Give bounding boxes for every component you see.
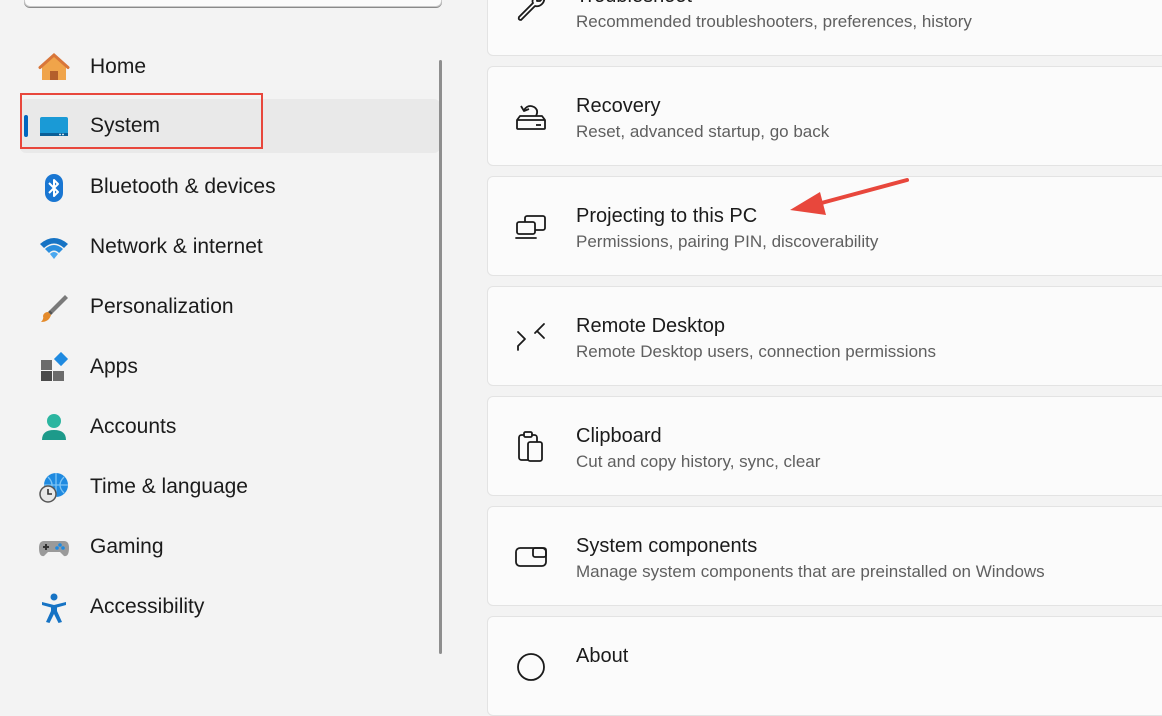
home-icon [38, 52, 70, 80]
card-recovery[interactable]: Recovery Reset, advanced startup, go bac… [487, 66, 1162, 166]
person-icon [42, 414, 66, 440]
card-title: System components [576, 535, 758, 557]
sidebar-item-apps[interactable]: Apps [20, 340, 440, 394]
card-title: Recovery [576, 95, 661, 117]
wifi-icon [40, 238, 68, 259]
sidebar-item-personalization[interactable]: Personalization [20, 280, 440, 334]
sidebar-item-label: Gaming [90, 535, 164, 558]
sidebar-nav: Home System Bluetooth & devices Network … [0, 0, 442, 654]
card-remote-desktop[interactable]: Remote Desktop Remote Desktop users, con… [487, 286, 1162, 386]
card-title: Clipboard [576, 425, 662, 447]
card-subtitle: Remote Desktop users, connection permiss… [576, 342, 936, 361]
sidebar-item-label: Apps [90, 355, 138, 378]
system-monitor-icon [40, 117, 68, 136]
sidebar-item-home[interactable]: Home [20, 40, 440, 94]
sidebar-item-gaming[interactable]: Gaming [20, 520, 440, 574]
sidebar-item-bluetooth-devices[interactable]: Bluetooth & devices [20, 160, 440, 214]
sidebar-item-label: Accessibility [90, 595, 205, 618]
card-about[interactable]: About [487, 616, 1162, 716]
projecting-icon [515, 215, 546, 239]
sidebar-item-time-language[interactable]: Time & language [20, 460, 440, 514]
card-subtitle: Manage system components that are preins… [576, 562, 1045, 581]
card-clipboard[interactable]: Clipboard Cut and copy history, sync, cl… [487, 396, 1162, 496]
card-title: About [576, 645, 629, 667]
sidebar-item-system[interactable]: System [20, 99, 440, 153]
card-subtitle: Recommended troubleshooters, preferences… [576, 12, 972, 31]
accessibility-icon [42, 593, 66, 623]
sidebar-scrollbar[interactable] [439, 60, 442, 654]
sidebar-item-label: Personalization [90, 295, 234, 318]
card-projecting-to-this-pc[interactable]: Projecting to this PC Permissions, pairi… [487, 176, 1162, 276]
paintbrush-icon [41, 295, 68, 322]
recovery-icon [516, 105, 546, 130]
gamepad-icon [39, 541, 69, 557]
sidebar-item-accounts[interactable]: Accounts [20, 400, 440, 454]
system-components-icon [515, 547, 547, 567]
card-subtitle: Permissions, pairing PIN, discoverabilit… [576, 232, 879, 251]
sidebar-item-label: Time & language [90, 475, 248, 498]
bluetooth-icon [45, 174, 63, 202]
sidebar-item-label: Accounts [90, 415, 177, 438]
remote-desktop-icon [517, 323, 545, 351]
sidebar-item-label: Home [90, 55, 147, 78]
globe-clock-icon [39, 473, 68, 503]
clipboard-icon [518, 431, 543, 462]
wrench-icon [517, 0, 546, 21]
card-title: Troubleshoot [576, 0, 692, 8]
sidebar-item-network-internet[interactable]: Network & internet [20, 220, 440, 274]
card-title: Remote Desktop [576, 315, 725, 337]
card-troubleshoot[interactable]: Troubleshoot Recommended troubleshooters… [487, 0, 1162, 56]
card-subtitle: Reset, advanced startup, go back [576, 122, 830, 141]
sidebar-item-label: System [90, 114, 161, 137]
info-icon [517, 653, 545, 681]
sidebar-item-label: Bluetooth & devices [90, 175, 276, 198]
selected-indicator [24, 115, 28, 137]
sidebar-item-label: Network & internet [90, 235, 263, 258]
card-title: Projecting to this PC [576, 205, 758, 227]
apps-icon [41, 352, 69, 381]
card-subtitle: Cut and copy history, sync, clear [576, 452, 821, 471]
sidebar-item-accessibility[interactable]: Accessibility [20, 580, 440, 634]
card-system-components[interactable]: System components Manage system componen… [487, 506, 1162, 606]
